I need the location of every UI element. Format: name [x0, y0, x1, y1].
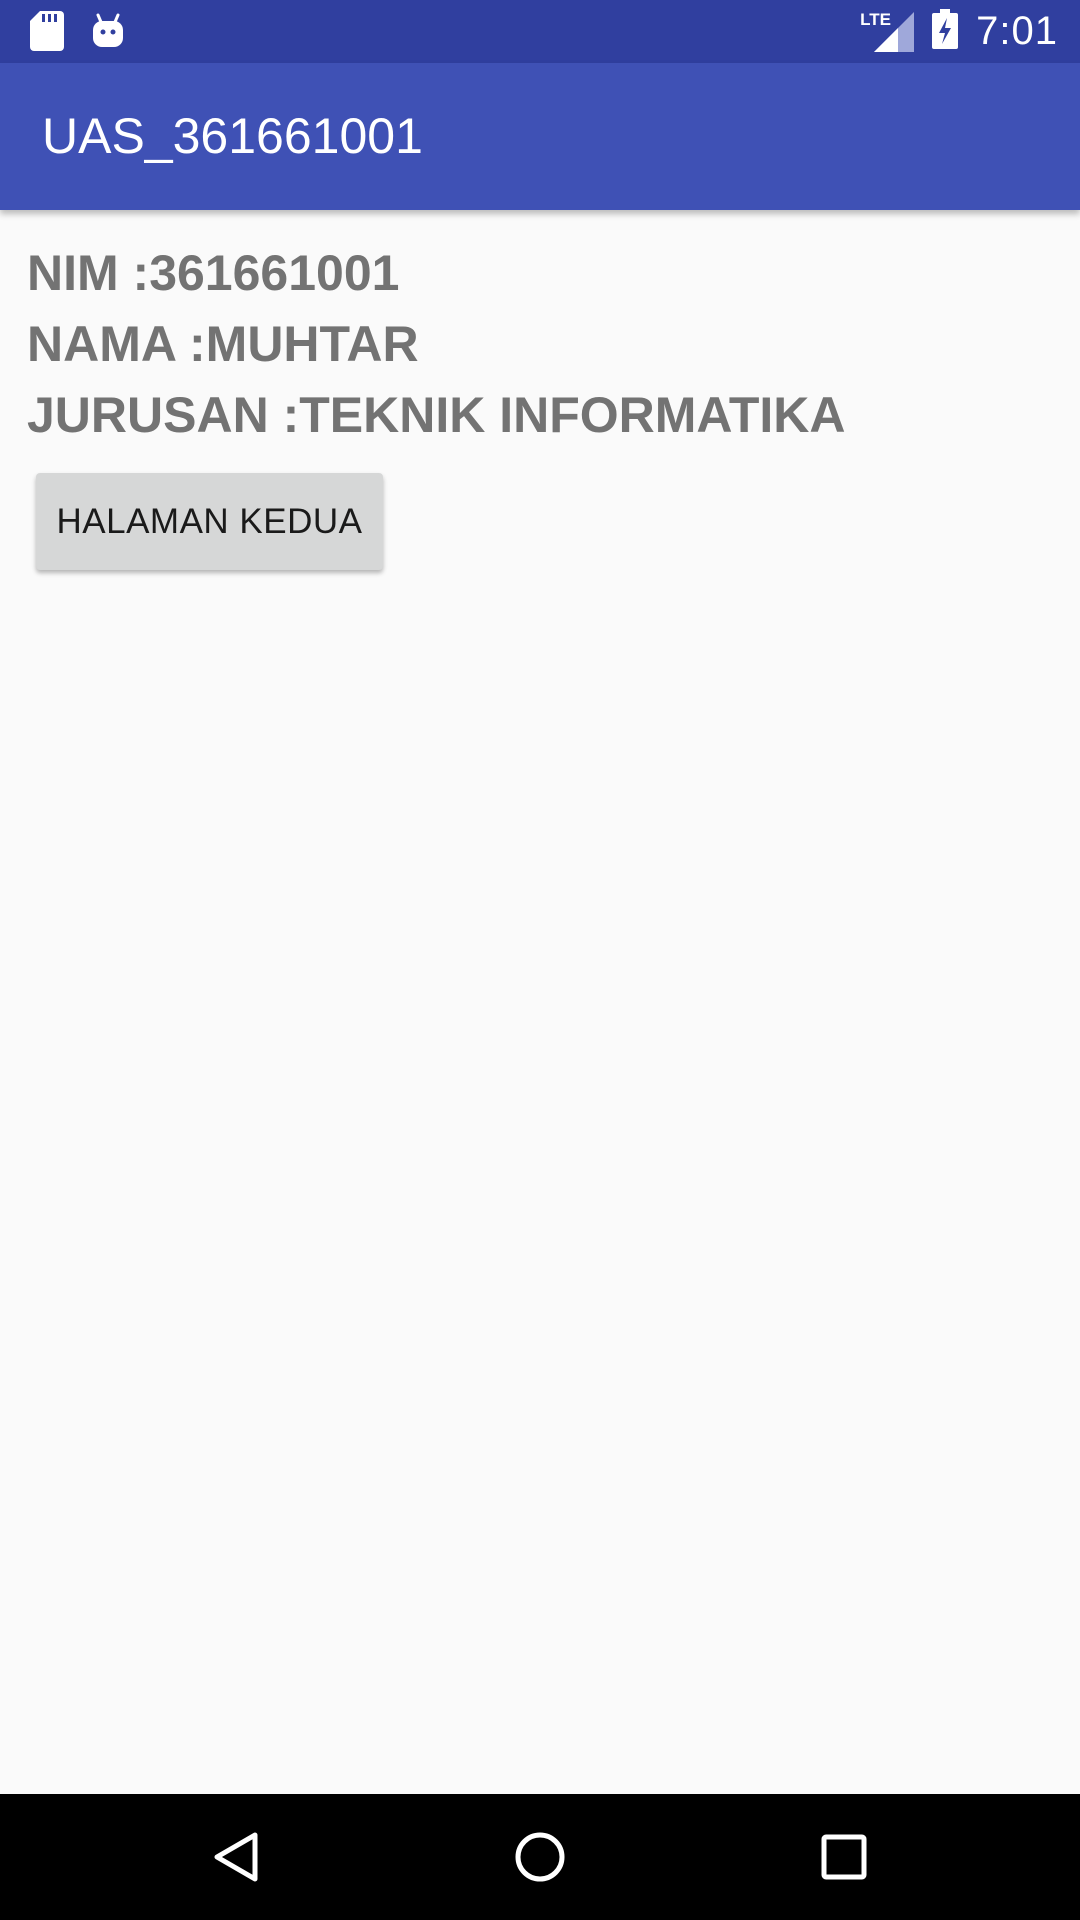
- recents-icon[interactable]: [814, 1827, 874, 1887]
- halaman-kedua-button[interactable]: HALAMAN KEDUA: [36, 473, 383, 570]
- app-bar: UAS_361661001: [0, 63, 1080, 210]
- home-icon[interactable]: [510, 1827, 570, 1887]
- sd-card-icon: [30, 11, 64, 56]
- status-bar: LTE 7:01: [0, 0, 1080, 63]
- main-content: NIM :361661001 NAMA :MUHTAR JURUSAN :TEK…: [27, 238, 1057, 570]
- jurusan-text: JURUSAN :TEKNIK INFORMATIKA: [27, 387, 846, 443]
- nim-text: NIM :361661001: [27, 245, 400, 301]
- status-right-icons: LTE 7:01: [860, 0, 1058, 63]
- back-icon[interactable]: [206, 1827, 266, 1887]
- navigation-bar: [0, 1794, 1080, 1920]
- signal-icon: LTE: [860, 10, 915, 52]
- nama-text: NAMA :MUHTAR: [27, 316, 419, 372]
- network-type-label: LTE: [860, 9, 891, 29]
- battery-charging-icon: [932, 9, 959, 54]
- app-title: UAS_361661001: [42, 108, 423, 164]
- status-time: 7:01: [976, 9, 1058, 53]
- android-icon: [92, 13, 124, 54]
- status-left-icons: [30, 11, 124, 56]
